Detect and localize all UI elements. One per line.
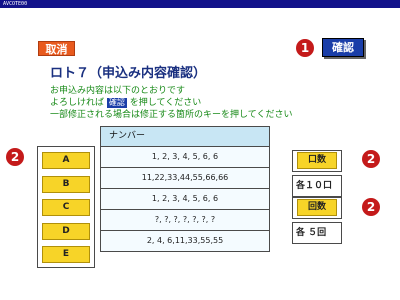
line-button-c[interactable]: C: [42, 199, 90, 216]
inline-confirm-key: 確認: [106, 98, 127, 108]
numbers-header: ナンバー: [100, 126, 270, 147]
instruction-line-2-post: を押してください: [129, 98, 202, 108]
line-button-a[interactable]: A: [42, 152, 90, 169]
confirm-button[interactable]: 確認: [322, 38, 364, 57]
line-button-b[interactable]: B: [42, 176, 90, 193]
marker-badge-2: 2: [6, 148, 24, 166]
page-title: ロト７（申込み内容確認）: [50, 66, 207, 81]
numbers-row-a: 1, 2, 3, 4, 5, 6, 6: [100, 147, 270, 168]
instruction-line-3: 一部修正される場合は修正する箇所のキーを押してください: [50, 110, 293, 120]
count-button[interactable]: 口数: [297, 152, 337, 169]
instruction-line-2: よろしければ 確認 を押してください: [50, 98, 201, 109]
numbers-row-c: 1, 2, 3, 4, 5, 6, 6: [100, 189, 270, 210]
numbers-row-b: 11,22,33,44,55,66,66: [100, 168, 270, 189]
marker-badge-2: 2: [362, 198, 380, 216]
cancel-button[interactable]: 取消: [38, 41, 75, 56]
window-title-bar: AVCOTE00: [0, 0, 400, 8]
instruction-line-2-pre: よろしければ: [50, 98, 105, 108]
count-value: 各１０口: [296, 181, 333, 191]
times-button[interactable]: 回数: [297, 199, 337, 216]
marker-badge-2: 2: [362, 150, 380, 168]
marker-badge-1: 1: [296, 39, 314, 57]
times-value: 各 ５回: [296, 228, 327, 238]
numbers-row-d: ?, ?, ?, ?, ?, ?, ?: [100, 210, 270, 231]
numbers-row-e: 2, 4, 6,11,33,55,55: [100, 231, 270, 252]
line-button-d[interactable]: D: [42, 223, 90, 240]
instruction-line-1: お申込み内容は以下のとおりです: [50, 86, 186, 96]
line-button-e[interactable]: E: [42, 246, 90, 263]
